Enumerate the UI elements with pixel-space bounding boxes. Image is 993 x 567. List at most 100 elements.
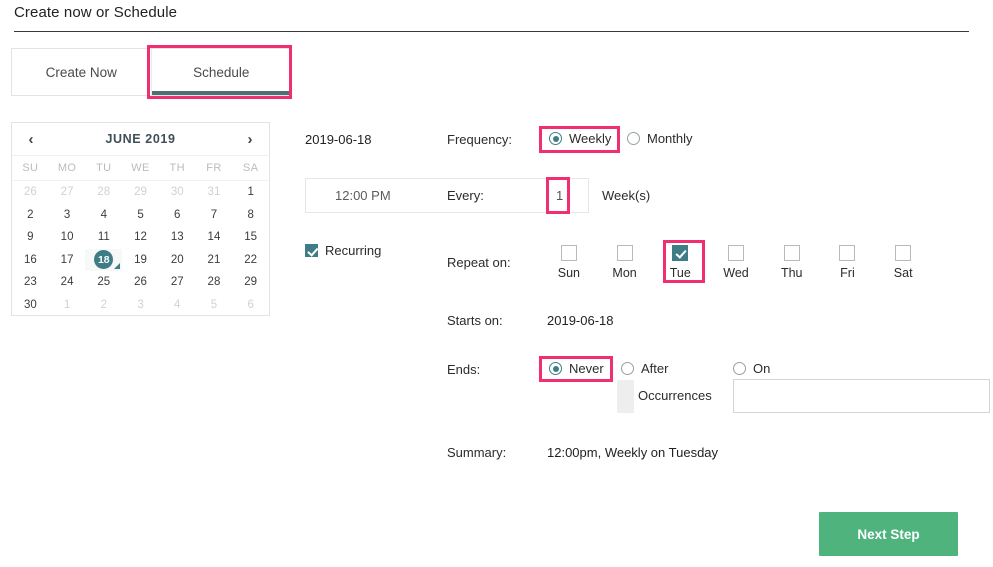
frequency-weekly-label: Weekly — [569, 131, 612, 146]
calendar-day[interactable]: 10 — [49, 226, 86, 249]
calendar-day-label: 9 — [27, 231, 34, 244]
calendar-day[interactable]: 5 — [122, 204, 159, 227]
calendar-day[interactable]: 31 — [196, 181, 233, 204]
calendar-day[interactable]: 25 — [85, 271, 122, 294]
day-checkbox-sun[interactable]: Sun — [541, 245, 597, 280]
calendar-day[interactable]: 28 — [196, 271, 233, 294]
calendar-day-label: 8 — [247, 208, 254, 221]
calendar-day[interactable]: 1 — [49, 294, 86, 317]
checkbox-wed-icon — [728, 245, 745, 261]
calendar-day[interactable]: 30 — [159, 181, 196, 204]
calendar-day-label: 30 — [23, 298, 37, 311]
calendar-prev-month-icon[interactable]: ‹ — [24, 131, 38, 148]
time-input-value[interactable]: 12:00 PM — [335, 188, 391, 203]
ends-radio-never[interactable]: Never — [549, 361, 604, 376]
calendar-week-row: 9 10 11 12 13 14 15 — [12, 226, 269, 249]
calendar-day-label: 17 — [60, 253, 74, 266]
calendar-day[interactable]: 13 — [159, 226, 196, 249]
calendar-day-label: 12 — [134, 231, 147, 244]
radio-after-icon — [621, 362, 634, 375]
calendar-day[interactable]: 17 — [49, 249, 86, 272]
calendar-day[interactable]: 28 — [85, 181, 122, 204]
day-label-fri: Fri — [840, 266, 855, 280]
day-checkbox-sat[interactable]: Sat — [875, 245, 931, 280]
calendar-next-month-icon[interactable]: › — [243, 131, 257, 148]
calendar-day-label: 26 — [23, 186, 37, 199]
tab-create-now[interactable]: Create Now — [12, 49, 152, 95]
calendar-day-label: 3 — [63, 208, 71, 221]
calendar-day[interactable]: 2 — [85, 294, 122, 317]
calendar-day-selected[interactable]: 18 — [85, 248, 123, 271]
frequency-monthly-label: Monthly — [647, 131, 693, 146]
calendar-day[interactable]: 8 — [232, 204, 269, 227]
ends-radio-on[interactable]: On — [733, 361, 770, 376]
calendar-day[interactable]: 19 — [122, 249, 159, 272]
calendar-day-label: 11 — [97, 231, 110, 244]
radio-monthly-icon — [627, 132, 640, 145]
calendar-day[interactable]: 4 — [159, 294, 196, 317]
occurrences-input[interactable] — [617, 380, 634, 413]
calendar-day[interactable]: 22 — [232, 249, 269, 272]
checkbox-mon-icon — [616, 245, 633, 261]
next-step-button[interactable]: Next Step — [819, 512, 958, 556]
calendar-day[interactable]: 23 — [12, 271, 49, 294]
calendar-day[interactable]: 16 — [12, 249, 49, 272]
calendar-day[interactable]: 6 — [232, 294, 269, 317]
calendar-day[interactable]: 6 — [159, 204, 196, 227]
calendar-day[interactable]: 15 — [232, 226, 269, 249]
calendar-day[interactable]: 1 — [232, 181, 269, 204]
tab-create-now-label: Create Now — [45, 64, 117, 80]
calendar-day[interactable]: 3 — [122, 294, 159, 317]
calendar-day[interactable]: 12 — [122, 226, 159, 249]
calendar-day[interactable]: 11 — [85, 226, 122, 249]
summary-label: Summary: — [447, 445, 507, 460]
calendar-day-label: 31 — [207, 186, 221, 199]
calendar-day[interactable]: 26 — [122, 271, 159, 294]
calendar-grid: 26 27 28 29 30 31 1 2 3 4 5 6 7 8 9 10 11 12 13 14 15 16 17 18 1… — [12, 181, 269, 316]
calendar-day[interactable]: 7 — [196, 204, 233, 227]
calendar-day[interactable]: 14 — [196, 226, 233, 249]
calendar-week-row: 2 3 4 5 6 7 8 — [12, 204, 269, 227]
calendar-day-label: 28 — [97, 186, 111, 199]
checkbox-thu-icon — [783, 245, 800, 261]
day-label-sat: Sat — [893, 266, 913, 280]
header-divider — [14, 31, 969, 32]
ends-on-date-input[interactable] — [733, 379, 990, 413]
calendar-day-label: 16 — [23, 253, 37, 266]
calendar-day-label: 30 — [170, 186, 184, 199]
calendar-day-label: 1 — [247, 186, 254, 199]
every-count-input[interactable]: 1 — [556, 188, 563, 203]
calendar-day[interactable]: 3 — [49, 204, 86, 227]
tab-schedule[interactable]: Schedule — [151, 49, 291, 95]
calendar-day[interactable]: 29 — [232, 271, 269, 294]
day-label-wed: Wed — [723, 266, 749, 280]
ends-radio-after[interactable]: After — [621, 361, 668, 376]
calendar-day[interactable]: 27 — [159, 271, 196, 294]
weekday-we: WE — [131, 162, 150, 174]
calendar-day[interactable]: 21 — [196, 249, 233, 272]
calendar-day[interactable]: 29 — [122, 181, 159, 204]
frequency-radio-weekly[interactable]: Weekly — [549, 131, 611, 146]
calendar-day[interactable]: 26 — [12, 181, 49, 204]
day-checkbox-mon[interactable]: Mon — [597, 245, 653, 280]
day-checkbox-thu[interactable]: Thu — [764, 245, 820, 280]
weekday-tu: TU — [96, 162, 112, 174]
frequency-radio-monthly[interactable]: Monthly — [627, 131, 693, 146]
calendar-day[interactable]: 20 — [159, 249, 196, 272]
calendar-day[interactable]: 9 — [12, 226, 49, 249]
calendar-day[interactable]: 24 — [49, 271, 86, 294]
calendar-day-label: 1 — [63, 298, 71, 311]
calendar-day[interactable]: 2 — [12, 204, 49, 227]
recurring-checkbox-row[interactable]: Recurring — [305, 243, 381, 258]
tab-schedule-label: Schedule — [193, 64, 250, 80]
summary-value: 12:00pm, Weekly on Tuesday — [547, 445, 719, 460]
calendar-day[interactable]: 5 — [196, 294, 233, 317]
day-checkbox-wed[interactable]: Wed — [708, 245, 764, 280]
calendar-day[interactable]: 30 — [12, 294, 49, 317]
weekday-sa: SA — [242, 162, 259, 174]
day-checkbox-fri[interactable]: Fri — [820, 245, 876, 280]
calendar-day[interactable]: 27 — [49, 181, 86, 204]
repeat-on-label: Repeat on: — [447, 255, 511, 270]
calendar-day[interactable]: 4 — [85, 204, 122, 227]
day-checkbox-tue[interactable]: Tue — [652, 245, 708, 280]
